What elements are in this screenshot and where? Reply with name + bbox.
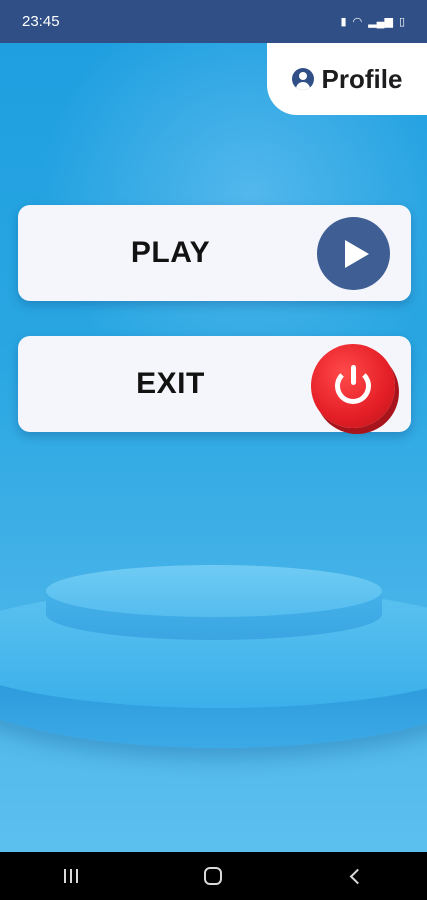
recents-button[interactable] xyxy=(41,852,101,900)
podium-top xyxy=(46,565,382,617)
status-time: 23:45 xyxy=(22,13,60,30)
battery-saver-icon: ▮ xyxy=(340,16,347,28)
profile-button[interactable]: Profile xyxy=(267,43,427,115)
recents-icon xyxy=(64,869,79,883)
status-icons: ▮ ◠ ▂▄▆ ▯ xyxy=(341,15,405,28)
home-icon xyxy=(204,867,223,885)
game-background xyxy=(0,43,427,852)
back-button[interactable] xyxy=(326,852,386,900)
exit-button[interactable]: EXIT xyxy=(18,336,411,432)
exit-label: EXIT xyxy=(136,367,205,400)
system-nav-bar xyxy=(0,852,427,900)
user-circle-icon xyxy=(291,68,314,90)
signal-icon: ▂▄▆ xyxy=(368,16,393,28)
profile-label: Profile xyxy=(321,63,403,94)
back-icon xyxy=(350,868,366,884)
power-icon xyxy=(311,344,395,428)
home-button[interactable] xyxy=(183,852,243,900)
wifi-icon: ◠ xyxy=(352,16,363,28)
status-bar: 23:45 ▮ ◠ ▂▄▆ ▯ xyxy=(0,0,427,43)
play-label: PLAY xyxy=(130,236,211,269)
battery-icon: ▯ xyxy=(398,16,405,28)
play-button[interactable]: PLAY xyxy=(18,205,411,301)
play-icon xyxy=(317,217,390,290)
